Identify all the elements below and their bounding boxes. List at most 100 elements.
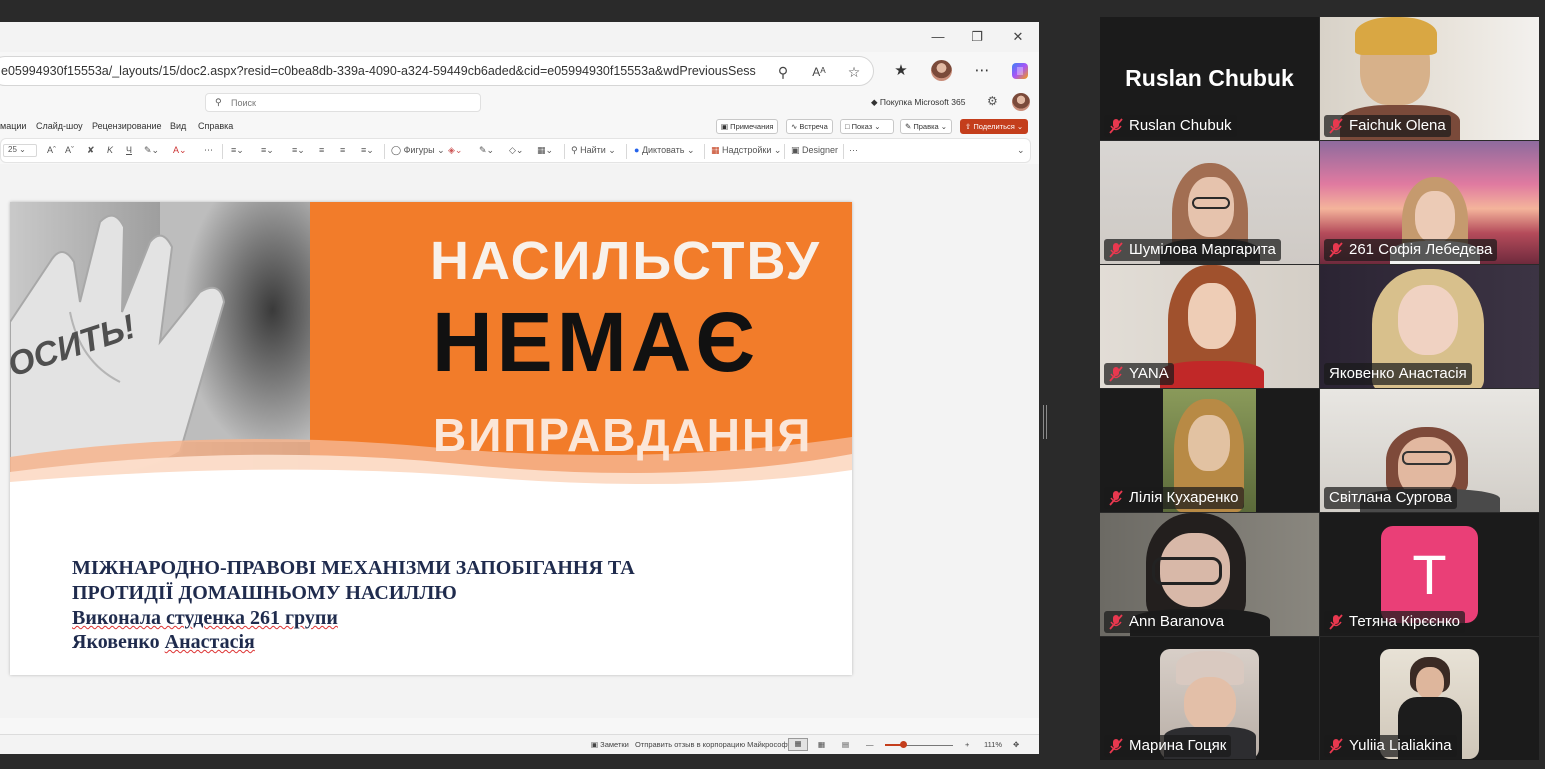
designer-button[interactable]: ▣ Designer (791, 145, 838, 156)
clear-format-icon[interactable]: ✘ (87, 145, 95, 156)
participant-name: Faichuk Olena (1349, 117, 1446, 134)
numbering-icon[interactable]: ≡⌄ (261, 145, 274, 156)
fit-slide-icon[interactable]: ✥ (1013, 740, 1019, 749)
participant-tile[interactable]: Faichuk Olena (1320, 17, 1539, 140)
participant-tile[interactable]: Марина Гоцяк (1100, 637, 1319, 760)
participant-tile[interactable]: Лілія Кухаренко (1100, 389, 1319, 512)
participant-tile[interactable]: Ann Baranova (1100, 513, 1319, 636)
zoom-slider-thumb[interactable] (900, 741, 907, 748)
slide-sorter-icon[interactable]: ▦ (818, 740, 825, 749)
shape-effects-icon[interactable]: ◇⌄ (509, 145, 523, 156)
participant-name: Ann Baranova (1129, 613, 1225, 630)
tab-animations[interactable]: мации (0, 121, 26, 131)
underline-icon[interactable]: Ч (126, 145, 132, 155)
url-text[interactable]: e05994930f15553a/_layouts/15/doc2.aspx?r… (1, 64, 756, 78)
font-color-icon[interactable]: A⌄ (173, 145, 187, 156)
close-icon[interactable]: ✕ (1008, 28, 1028, 46)
highlight-icon[interactable]: ✎⌄ (144, 145, 159, 156)
person-silhouette (1184, 677, 1236, 731)
slide-title-line-1[interactable]: МІЖНАРОДНО-ПРАВОВІ МЕХАНІЗМИ ЗАПОБІГАННЯ… (72, 557, 635, 580)
present-icon: □ (845, 122, 852, 131)
read-aloud-icon[interactable]: Aᴬ (807, 61, 831, 83)
url-field[interactable]: e05994930f15553a/_layouts/15/doc2.aspx?r… (0, 56, 874, 86)
slide[interactable]: ОСИТЬ! НАСИЛЬСТВУ НЕМАЄ ВИПРАВДАННЯ МІЖН… (10, 202, 852, 675)
participant-tile-active-speaker[interactable]: Яковенко Анастасія (1320, 265, 1539, 388)
settings-gear-icon[interactable]: ⚙ (987, 94, 998, 108)
participant-tile[interactable]: Світлана Сургова (1320, 389, 1539, 512)
collapse-ribbon-icon[interactable]: ⌄ (1017, 145, 1025, 156)
find-button[interactable]: ⚲ Найти ⌄ (571, 145, 616, 156)
participant-name: Лілія Кухаренко (1129, 489, 1239, 506)
profile-avatar[interactable] (931, 60, 952, 81)
restore-icon[interactable]: ❐ (967, 28, 987, 46)
bullets-icon[interactable]: ≡⌄ (231, 145, 244, 156)
participant-name-tag: Ann Baranova (1104, 611, 1230, 633)
edit-label: Правка (913, 122, 939, 131)
slide-title-line-2[interactable]: ПРОТИДІЇ ДОМАШНЬОМУ НАСИЛЛЮ (72, 582, 457, 605)
reading-view-icon[interactable]: ▤ (842, 740, 849, 749)
increase-font-icon[interactable]: Aˆ (47, 145, 56, 155)
favorite-star-icon[interactable]: ☆ (842, 61, 866, 83)
normal-view-icon[interactable]: ▦ (788, 738, 808, 751)
participant-tile[interactable]: YANA (1100, 265, 1319, 388)
italic-icon[interactable]: K (107, 145, 113, 155)
shapes-button[interactable]: ◯ Фигуры ⌄ (391, 145, 445, 156)
slide-author-line-1[interactable]: Виконала студенка 261 групи (72, 607, 338, 630)
search-box[interactable]: ⚲ Поиск (205, 93, 481, 112)
person-silhouette (1398, 285, 1458, 355)
addins-icon: ▦ (711, 145, 723, 155)
notes-label: Заметки (600, 740, 629, 749)
participant-tile[interactable]: Шумілова Маргарита (1100, 141, 1319, 264)
tab-help[interactable]: Справка (198, 121, 233, 131)
zoom-search-icon[interactable]: ⚲ (771, 61, 795, 83)
present-button[interactable]: □ Показ ⌄ (840, 119, 894, 134)
font-size-select[interactable]: 25 ⌄ (3, 144, 37, 157)
meeting-button[interactable]: ∿ Встреча (786, 119, 833, 134)
participant-tile[interactable]: Ruslan Chubuk Ruslan Chubuk (1100, 17, 1319, 140)
tab-review[interactable]: Рецензирование (92, 121, 162, 131)
arrange-icon[interactable]: ▦⌄ (537, 145, 553, 156)
muted-mic-icon (1109, 118, 1123, 134)
more-options-button[interactable]: ··· (849, 145, 858, 155)
feedback-link[interactable]: Отправить отзыв в корпорацию Майкрософт (635, 740, 791, 749)
text-direction-icon[interactable]: ≡⌄ (361, 145, 374, 156)
more-font-icon[interactable]: ⋯ (204, 145, 213, 156)
zoom-out-icon[interactable]: — (866, 740, 874, 749)
muted-mic-icon (1109, 366, 1123, 382)
zoom-level[interactable]: 111% (984, 740, 1002, 749)
tab-slideshow[interactable]: Слайд-шоу (36, 121, 83, 131)
chevron-down-icon: ⌄ (1014, 122, 1024, 131)
notes-button[interactable]: ▣ Заметки (591, 740, 629, 749)
slide-author-line-2[interactable]: Яковенко Анастасія (72, 631, 255, 654)
shapes-label: Фигуры (403, 145, 435, 155)
participant-gallery: Ruslan Chubuk Ruslan Chubuk Faichuk Olen… (1100, 17, 1540, 760)
account-avatar[interactable] (1012, 93, 1030, 111)
decrease-font-icon[interactable]: Aˇ (65, 145, 74, 155)
minimize-icon[interactable]: — (928, 28, 948, 46)
muted-mic-icon (1329, 118, 1343, 134)
participant-tile[interactable]: T Тетяна Кірєєнко (1320, 513, 1539, 636)
participant-tile[interactable]: 261 Софія Лебедєва (1320, 141, 1539, 264)
share-button[interactable]: ⇧ Поделиться ⌄ (960, 119, 1029, 134)
participant-tile[interactable]: Yuliia Lialiakina (1320, 637, 1539, 760)
shape-fill-icon[interactable]: ◈⌄ (448, 145, 462, 156)
author-surname: Яковенко (72, 631, 160, 653)
muted-mic-icon (1329, 738, 1343, 754)
dictate-button[interactable]: ● Диктовать ⌄ (634, 145, 694, 156)
align-icon[interactable]: ≡⌄ (292, 145, 305, 156)
participant-initial-avatar: T (1381, 526, 1478, 623)
panel-resize-handle[interactable] (1043, 405, 1048, 439)
shape-outline-icon[interactable]: ✎⌄ (479, 145, 494, 156)
addins-button[interactable]: ▦ Надстройки ⌄ (711, 145, 781, 156)
edit-mode-button[interactable]: ✎ Правка ⌄ (900, 119, 953, 134)
favorites-icon[interactable]: ★ (888, 58, 914, 84)
zoom-in-icon[interactable]: + (965, 740, 969, 749)
more-icon[interactable]: ⋯ (969, 58, 995, 84)
tab-view[interactable]: Вид (170, 121, 186, 131)
participant-name-tag: Тетяна Кірєєнко (1324, 611, 1466, 633)
comments-button[interactable]: ▣ Примечания (716, 119, 779, 134)
copilot-icon[interactable] (1007, 58, 1033, 84)
line-spacing-icon[interactable]: ≡ (319, 145, 324, 155)
buy-ms365-link[interactable]: ◆ Покупка Microsoft 365 (871, 97, 965, 108)
indent-icon[interactable]: ≡ (340, 145, 345, 155)
